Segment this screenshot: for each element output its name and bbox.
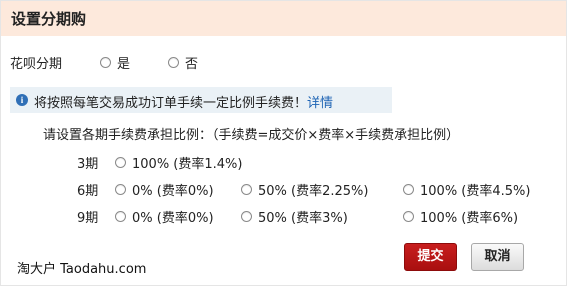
option-label: 50% (费率3%) <box>258 211 348 226</box>
installment-no-option[interactable]: 否 <box>168 53 198 72</box>
radio-icon[interactable] <box>241 184 252 195</box>
option-label: 0% (费率0%) <box>132 211 214 226</box>
notice-message: 将按照每笔交易成功订单手续一定比例手续费！ <box>34 96 308 111</box>
cancel-button[interactable]: 取消 <box>471 243 524 271</box>
radio-icon[interactable] <box>115 184 126 195</box>
dialog-title: 设置分期购 <box>11 10 87 28</box>
fee-notice: i 将按照每笔交易成功订单手续一定比例手续费！详情 <box>10 87 392 113</box>
installment-yes-option[interactable]: 是 <box>100 53 130 72</box>
radio-icon[interactable] <box>115 157 126 168</box>
installment-yes-label: 是 <box>117 57 131 72</box>
radio-icon[interactable] <box>168 57 179 68</box>
radio-icon[interactable] <box>403 184 414 195</box>
installment-no-label: 否 <box>185 57 199 72</box>
radio-icon[interactable] <box>115 211 126 222</box>
fee-instruction: 请设置各期手续费承担比例：（手续费=成交价×费率×手续费承担比例） <box>43 128 460 143</box>
period6-option-0[interactable]: 0% (费率0%) <box>115 180 214 199</box>
period6-option-50[interactable]: 50% (费率2.25%) <box>241 180 368 199</box>
radio-icon[interactable] <box>241 211 252 222</box>
period-label-9: 9期 <box>77 211 99 226</box>
info-icon: i <box>16 94 28 106</box>
installment-label: 花呗分期 <box>10 57 63 72</box>
watermark: 淘大户 Taodahu.com <box>17 262 147 277</box>
option-label: 100% (费率6%) <box>420 211 519 226</box>
period-label-6: 6期 <box>77 184 99 199</box>
submit-button[interactable]: 提交 <box>404 243 457 271</box>
radio-icon[interactable] <box>403 211 414 222</box>
option-label: 100% (费率4.5%) <box>420 184 531 199</box>
option-label: 0% (费率0%) <box>132 184 214 199</box>
radio-icon[interactable] <box>100 57 111 68</box>
period9-option-0[interactable]: 0% (费率0%) <box>115 207 214 226</box>
dialog-header: 设置分期购 <box>1 1 566 36</box>
period9-option-50[interactable]: 50% (费率3%) <box>241 207 348 226</box>
period-label-3: 3期 <box>77 157 99 172</box>
period9-option-100[interactable]: 100% (费率6%) <box>403 207 518 226</box>
option-label: 50% (费率2.25%) <box>258 184 369 199</box>
period6-option-100[interactable]: 100% (费率4.5%) <box>403 180 530 199</box>
notice-text: 将按照每笔交易成功订单手续一定比例手续费！详情 <box>34 92 333 111</box>
option-label: 100% (费率1.4%) <box>132 157 243 172</box>
details-link[interactable]: 详情 <box>307 96 333 111</box>
period3-option-100[interactable]: 100% (费率1.4%) <box>115 153 242 172</box>
